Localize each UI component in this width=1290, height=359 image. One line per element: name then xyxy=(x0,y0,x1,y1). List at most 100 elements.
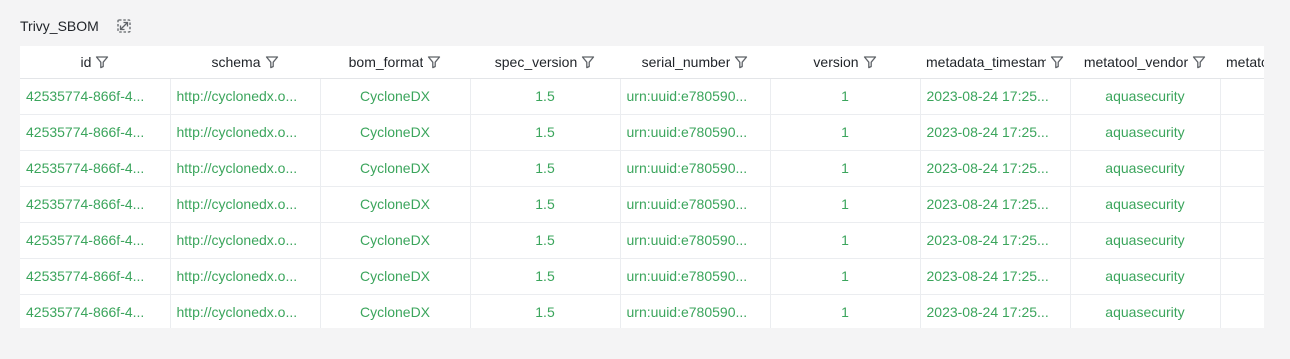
column-header-label: bom_format xyxy=(348,53,424,70)
expand-icon[interactable] xyxy=(115,17,133,35)
column-header-content: id xyxy=(81,54,110,70)
cell-spec-version: 1.5 xyxy=(470,294,621,328)
cell-metatool-name xyxy=(1220,222,1264,259)
cell-schema: http://cyclonedx.o... xyxy=(170,150,321,187)
cell-serial-number: urn:uuid:e780590... xyxy=(620,78,771,115)
cell-schema: http://cyclonedx.o... xyxy=(170,186,321,223)
cell-metadata-timestamp: 2023-08-24 17:25... xyxy=(920,114,1071,151)
cell-id: 42535774-866f-4... xyxy=(20,186,171,223)
column-header-content: serial_number xyxy=(642,54,749,70)
table-body: 42535774-866f-4... http://cyclonedx.o... C… xyxy=(20,78,1264,328)
filter-icon[interactable] xyxy=(95,55,109,69)
column-header-label: version xyxy=(813,53,859,70)
filter-icon[interactable] xyxy=(1192,55,1206,69)
cell-serial-number: urn:uuid:e780590... xyxy=(620,186,771,223)
cell-spec-version: 1.5 xyxy=(470,258,621,295)
filter-icon[interactable] xyxy=(1050,55,1064,69)
cell-spec-version: 1.5 xyxy=(470,150,621,187)
cell-metatool-vendor: aquasecurity xyxy=(1070,294,1221,328)
column-header-content: version xyxy=(813,54,876,70)
table-row[interactable]: 42535774-866f-4... http://cyclonedx.o... C… xyxy=(20,222,1264,259)
cell-serial-number: urn:uuid:e780590... xyxy=(620,222,771,259)
table-row[interactable]: 42535774-866f-4... http://cyclonedx.o... C… xyxy=(20,150,1264,187)
cell-metatool-name xyxy=(1220,78,1264,115)
cell-version: 1 xyxy=(770,186,921,223)
cell-id: 42535774-866f-4... xyxy=(20,150,171,187)
column-header-metatool-name[interactable]: metatool_name xyxy=(1220,46,1264,79)
column-header-label: metatool_name xyxy=(1226,53,1264,70)
cell-serial-number: urn:uuid:e780590... xyxy=(620,258,771,295)
cell-bom-format: CycloneDX xyxy=(320,294,471,328)
filter-icon[interactable] xyxy=(581,55,595,69)
header-row: id schema bom_format spec_version serial_num… xyxy=(20,46,1264,79)
cell-schema: http://cyclonedx.o... xyxy=(170,222,321,259)
cell-version: 1 xyxy=(770,258,921,295)
column-header-spec-version[interactable]: spec_version xyxy=(470,46,620,79)
column-header-version[interactable]: version xyxy=(770,46,920,79)
cell-bom-format: CycloneDX xyxy=(320,114,471,151)
cell-metatool-vendor: aquasecurity xyxy=(1070,150,1221,187)
table-row[interactable]: 42535774-866f-4... http://cyclonedx.o... C… xyxy=(20,78,1264,115)
cell-id: 42535774-866f-4... xyxy=(20,258,171,295)
cell-schema: http://cyclonedx.o... xyxy=(170,258,321,295)
column-header-label: metadata_timestamp xyxy=(926,53,1046,70)
cell-metatool-vendor: aquasecurity xyxy=(1070,114,1221,151)
cell-id: 42535774-866f-4... xyxy=(20,114,171,151)
table-row[interactable]: 42535774-866f-4... http://cyclonedx.o... C… xyxy=(20,294,1264,328)
column-header-metadata-timestamp[interactable]: metadata_timestamp xyxy=(920,46,1070,79)
column-header-serial-number[interactable]: serial_number xyxy=(620,46,770,79)
cell-version: 1 xyxy=(770,150,921,187)
cell-metadata-timestamp: 2023-08-24 17:25... xyxy=(920,294,1071,328)
cell-metatool-name xyxy=(1220,150,1264,187)
cell-metatool-vendor: aquasecurity xyxy=(1070,222,1221,259)
cell-version: 1 xyxy=(770,114,921,151)
filter-icon[interactable] xyxy=(265,55,279,69)
column-header-label: spec_version xyxy=(494,53,578,70)
table-row[interactable]: 42535774-866f-4... http://cyclonedx.o... C… xyxy=(20,186,1264,223)
table-row[interactable]: 42535774-866f-4... http://cyclonedx.o... C… xyxy=(20,114,1264,151)
column-header-content: metadata_timestamp xyxy=(926,54,1064,70)
cell-metatool-name xyxy=(1220,114,1264,151)
cell-schema: http://cyclonedx.o... xyxy=(170,114,321,151)
cell-id: 42535774-866f-4... xyxy=(20,294,171,328)
cell-serial-number: urn:uuid:e780590... xyxy=(620,294,771,328)
column-header-content: metatool_vendor xyxy=(1084,54,1206,70)
cell-bom-format: CycloneDX xyxy=(320,78,471,115)
column-header-schema[interactable]: schema xyxy=(170,46,320,79)
column-header-metatool-vendor[interactable]: metatool_vendor xyxy=(1070,46,1220,79)
panel-header: Trivy_SBOM xyxy=(20,14,133,38)
cell-metadata-timestamp: 2023-08-24 17:25... xyxy=(920,150,1071,187)
data-table-container[interactable]: id schema bom_format spec_version serial_num… xyxy=(20,46,1264,328)
cell-schema: http://cyclonedx.o... xyxy=(170,78,321,115)
cell-version: 1 xyxy=(770,222,921,259)
table-row[interactable]: 42535774-866f-4... http://cyclonedx.o... C… xyxy=(20,258,1264,295)
column-header-bom-format[interactable]: bom_format xyxy=(320,46,470,79)
column-header-label: id xyxy=(80,53,92,70)
filter-icon[interactable] xyxy=(863,55,877,69)
filter-icon[interactable] xyxy=(427,55,441,69)
cell-schema: http://cyclonedx.o... xyxy=(170,294,321,328)
cell-spec-version: 1.5 xyxy=(470,114,621,151)
cell-serial-number: urn:uuid:e780590... xyxy=(620,114,771,151)
cell-version: 1 xyxy=(770,294,921,328)
cell-spec-version: 1.5 xyxy=(470,186,621,223)
cell-metadata-timestamp: 2023-08-24 17:25... xyxy=(920,186,1071,223)
cell-metadata-timestamp: 2023-08-24 17:25... xyxy=(920,222,1071,259)
cell-spec-version: 1.5 xyxy=(470,78,621,115)
cell-id: 42535774-866f-4... xyxy=(20,78,171,115)
column-header-id[interactable]: id xyxy=(20,46,170,79)
column-header-content: spec_version xyxy=(495,54,596,70)
column-header-label: metatool_vendor xyxy=(1083,53,1189,70)
cell-metadata-timestamp: 2023-08-24 17:25... xyxy=(920,78,1071,115)
cell-serial-number: urn:uuid:e780590... xyxy=(620,150,771,187)
filter-icon[interactable] xyxy=(734,55,748,69)
cell-metatool-name xyxy=(1220,294,1264,328)
cell-metatool-vendor: aquasecurity xyxy=(1070,78,1221,115)
cell-bom-format: CycloneDX xyxy=(320,150,471,187)
cell-metatool-name xyxy=(1220,186,1264,223)
cell-metadata-timestamp: 2023-08-24 17:25... xyxy=(920,258,1071,295)
cell-bom-format: CycloneDX xyxy=(320,186,471,223)
cell-id: 42535774-866f-4... xyxy=(20,222,171,259)
cell-version: 1 xyxy=(770,78,921,115)
column-header-content: schema xyxy=(211,54,278,70)
